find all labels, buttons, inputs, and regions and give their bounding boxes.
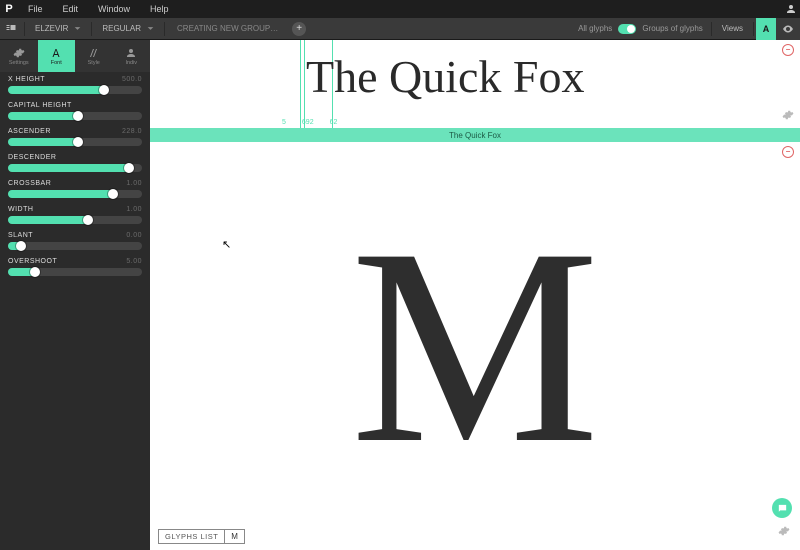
- param-capital-height: CAPITAL HEIGHT: [8, 102, 142, 120]
- current-glyph-indicator: M: [225, 529, 245, 544]
- param-value: 0.00: [126, 232, 142, 239]
- param-slider[interactable]: [8, 268, 142, 276]
- param-ascender: ASCENDER 228.0: [8, 128, 142, 146]
- param-crossbar: CROSSBAR 1.00: [8, 180, 142, 198]
- library-icon[interactable]: [0, 18, 22, 40]
- filter-all-label: All glyphs: [578, 24, 612, 33]
- param-label: DESCENDER: [8, 154, 56, 161]
- glyph-preview[interactable]: M: [351, 206, 600, 486]
- param-label: CAPITAL HEIGHT: [8, 102, 72, 109]
- param-label: OVERSHOOT: [8, 258, 57, 265]
- close-preview-button[interactable]: −: [782, 44, 794, 56]
- param-width: WIDTH 1.00: [8, 206, 142, 224]
- mode-preview-button[interactable]: [776, 18, 800, 40]
- sidebar-tab-label: Font: [51, 60, 62, 66]
- chevron-down-icon: [74, 25, 81, 32]
- preview-label-bar[interactable]: The Quick Fox: [150, 128, 800, 142]
- font-family-dropdown[interactable]: ELZEVIR: [27, 24, 89, 33]
- sidebar: Settings Font Style Indiv X HEIGHT 500.0 C…: [0, 40, 150, 550]
- app-logo[interactable]: P: [0, 0, 18, 18]
- param-overshoot: OVERSHOOT 5.00: [8, 258, 142, 276]
- param-slider[interactable]: [8, 86, 142, 94]
- guide-line: [300, 40, 301, 128]
- param-slider[interactable]: [8, 164, 142, 172]
- add-group-button[interactable]: +: [292, 22, 306, 36]
- mode-letter-button[interactable]: A: [756, 18, 776, 40]
- param-value: 1.00: [126, 206, 142, 213]
- metric-value: 5: [282, 119, 286, 126]
- gear-icon: [778, 525, 790, 537]
- menu-help[interactable]: Help: [140, 4, 179, 14]
- gear-icon: [782, 109, 794, 121]
- close-glyph-button[interactable]: −: [782, 146, 794, 158]
- param-slider[interactable]: [8, 138, 142, 146]
- sidebar-tab-indiv[interactable]: Indiv: [113, 40, 151, 72]
- chevron-down-icon: [147, 25, 154, 32]
- menu-edit[interactable]: Edit: [53, 4, 89, 14]
- menu-file[interactable]: File: [18, 4, 53, 14]
- breadcrumb: CREATING NEW GROUP…: [167, 24, 288, 33]
- param-slant: SLANT 0.00: [8, 232, 142, 250]
- sidebar-tab-font[interactable]: Font: [38, 40, 76, 72]
- param-value: 500.0: [122, 76, 142, 83]
- toolbar: ELZEVIR REGULAR CREATING NEW GROUP… + Al…: [0, 18, 800, 40]
- canvas: The Quick Fox 5 692 62 − The Quick Fox −…: [150, 40, 800, 550]
- param-slider[interactable]: [8, 190, 142, 198]
- chat-icon: [777, 503, 788, 514]
- cursor-icon: ↖: [222, 238, 231, 251]
- param-label: SLANT: [8, 232, 33, 239]
- sidebar-tab-label: Settings: [9, 60, 29, 66]
- param-label: ASCENDER: [8, 128, 51, 135]
- param-label: CROSSBAR: [8, 180, 51, 187]
- filter-all-glyphs[interactable]: All glyphs Groups of glyphs: [572, 24, 709, 34]
- sidebar-tab-label: Indiv: [125, 60, 137, 66]
- preview-strip: The Quick Fox 5 692 62 −: [150, 40, 800, 128]
- glyph-area: − ↖ M GLYPHS LIST M: [150, 142, 800, 550]
- param-slider[interactable]: [8, 216, 142, 224]
- font-icon: [50, 47, 62, 59]
- filter-groups-label: Groups of glyphs: [642, 24, 702, 33]
- chat-fab-button[interactable]: [772, 498, 792, 518]
- param-slider[interactable]: [8, 242, 142, 250]
- glyph-settings-button[interactable]: [778, 524, 790, 542]
- param-value: 228.0: [122, 128, 142, 135]
- param-slider[interactable]: [8, 112, 142, 120]
- font-family-label: ELZEVIR: [35, 24, 68, 33]
- user-icon: [125, 47, 137, 59]
- font-variant-label: REGULAR: [102, 24, 141, 33]
- preview-metrics: 5 692 62: [282, 119, 337, 126]
- guide-line: [304, 40, 305, 128]
- sidebar-tab-settings[interactable]: Settings: [0, 40, 38, 72]
- gear-icon: [13, 47, 25, 59]
- param-value: 5.00: [126, 258, 142, 265]
- metric-value: 692: [302, 119, 314, 126]
- glyphs-list-button[interactable]: GLYPHS LIST: [158, 529, 225, 544]
- metric-value: 62: [330, 119, 338, 126]
- views-dropdown[interactable]: Views: [714, 24, 751, 33]
- sidebar-body: X HEIGHT 500.0 CAPITAL HEIGHT ASCENDER 228.0…: [0, 72, 150, 292]
- filter-toggle[interactable]: [618, 24, 636, 34]
- style-icon: [88, 47, 100, 59]
- menu-window[interactable]: Window: [88, 4, 140, 14]
- sidebar-tab-label: Style: [88, 60, 100, 66]
- param-value: 1.00: [126, 180, 142, 187]
- glyphs-list-bar: GLYPHS LIST M: [158, 529, 245, 544]
- menubar: P File Edit Window Help: [0, 0, 800, 18]
- font-variant-dropdown[interactable]: REGULAR: [94, 24, 162, 33]
- sidebar-tabs: Settings Font Style Indiv: [0, 40, 150, 72]
- param-descender: DESCENDER: [8, 154, 142, 172]
- param-label: WIDTH: [8, 206, 33, 213]
- preview-sample-text[interactable]: The Quick Fox: [306, 50, 585, 103]
- account-icon[interactable]: [782, 0, 800, 18]
- param-x-height: X HEIGHT 500.0: [8, 76, 142, 94]
- param-label: X HEIGHT: [8, 76, 45, 83]
- sidebar-tab-style[interactable]: Style: [75, 40, 113, 72]
- preview-settings-button[interactable]: [782, 108, 794, 126]
